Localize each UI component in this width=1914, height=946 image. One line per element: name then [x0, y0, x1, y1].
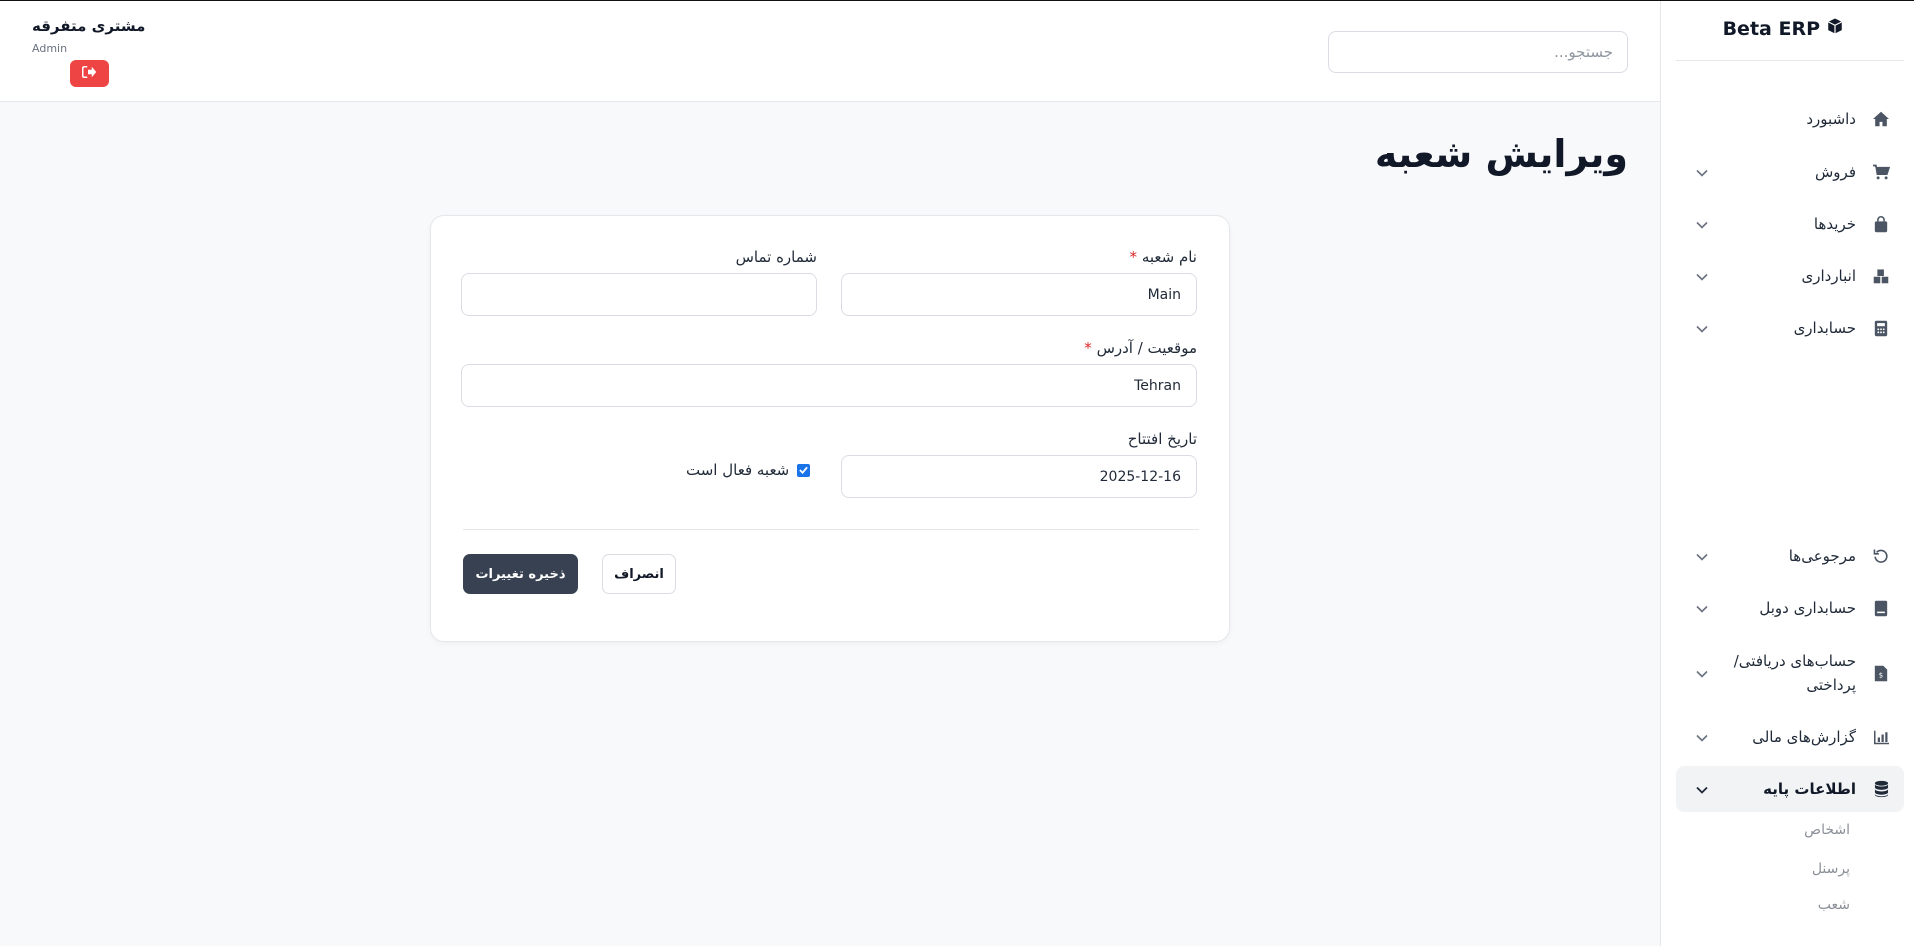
page-title: ویرایش شعبه [1374, 132, 1628, 176]
chevron-down-icon [1696, 547, 1708, 566]
search-input[interactable] [1328, 31, 1628, 73]
home-icon [1870, 111, 1892, 127]
save-button[interactable]: ذخیره تغییرات [463, 554, 578, 594]
brand-name: Beta ERP [1722, 17, 1820, 40]
sidebar: Beta ERP داشبورد فروش خریدها انبارداری ح… [1660, 1, 1914, 946]
form-divider [463, 529, 1199, 530]
sidebar-item-label: گزارش‌های مالی [1752, 728, 1856, 746]
sidebar-subitem-branches[interactable]: شعب [1818, 897, 1850, 913]
sidebar-item-sales[interactable]: فروش [1676, 149, 1904, 195]
phone-input[interactable] [461, 273, 817, 316]
sidebar-item-receivables-payables[interactable]: $ حساب‌های دریافتی/ پرداختی [1676, 642, 1904, 704]
chevron-down-icon [1696, 319, 1708, 338]
brand-divider [1676, 60, 1904, 61]
address-label-text: موقعیت / آدرس [1096, 339, 1197, 357]
database-icon [1870, 780, 1892, 798]
sidebar-item-dashboard[interactable]: داشبورد [1676, 96, 1904, 142]
chart-icon [1870, 730, 1892, 745]
sidebar-item-label: حساب‌های دریافتی/ پرداختی [1733, 652, 1856, 694]
branch-name-label-text: نام شعبه [1141, 248, 1197, 266]
sidebar-item-label: فروش [1814, 163, 1856, 181]
active-checkbox[interactable] [797, 463, 811, 477]
user-role: Admin [32, 42, 68, 55]
chevron-down-icon [1696, 267, 1708, 286]
sidebar-item-inventory[interactable]: انبارداری [1676, 253, 1904, 299]
sidebar-item-label: مرجوعی‌ها [1788, 547, 1856, 565]
address-label: موقعیت / آدرس * [1084, 339, 1197, 357]
active-checkbox-group: شعبه فعال است [686, 461, 811, 479]
required-mark: * [1129, 248, 1138, 266]
brand-logo[interactable]: Beta ERP [1723, 17, 1844, 40]
bag-icon [1870, 215, 1892, 233]
top-header: مشتری متفرقه Admin [0, 1, 1660, 102]
chevron-down-icon [1696, 728, 1708, 747]
cart-icon [1870, 164, 1892, 180]
active-checkbox-label: شعبه فعال است [686, 461, 790, 479]
user-name: مشتری متفرقه [32, 17, 146, 35]
calculator-icon [1870, 320, 1892, 337]
sidebar-item-base-data[interactable]: اطلاعات پایه [1676, 766, 1904, 812]
required-mark: * [1084, 339, 1092, 357]
sidebar-item-label: اطلاعات پایه [1763, 780, 1856, 798]
edit-branch-form: نام شعبه * شماره تماس موقعیت / آدرس * تا… [430, 215, 1230, 642]
sidebar-item-label: حسابداری [1793, 319, 1856, 337]
sidebar-item-financial-reports[interactable]: گزارش‌های مالی [1676, 714, 1904, 760]
sidebar-subitem-personnel[interactable]: پرسنل [1812, 861, 1850, 877]
sidebar-item-label: انبارداری [1801, 267, 1856, 285]
undo-icon [1870, 548, 1892, 564]
branch-name-input[interactable] [841, 273, 1197, 316]
sidebar-subitem-persons[interactable]: اشخاص [1804, 822, 1850, 838]
invoice-icon: $ [1870, 665, 1892, 682]
sidebar-item-label: داشبورد [1806, 110, 1856, 128]
book-icon [1870, 600, 1892, 617]
sidebar-item-label: حسابداری دوبل [1759, 599, 1856, 617]
sidebar-item-double-entry[interactable]: حسابداری دوبل [1676, 585, 1904, 631]
opening-date-input[interactable] [841, 455, 1197, 498]
box-icon [1826, 17, 1844, 40]
logout-button[interactable] [70, 60, 109, 87]
chevron-down-icon [1696, 664, 1708, 683]
sidebar-item-purchases[interactable]: خریدها [1676, 201, 1904, 247]
opening-date-label: تاریخ افتتاح [1127, 430, 1197, 448]
sidebar-item-accounting[interactable]: حسابداری [1676, 305, 1904, 351]
warehouse-icon [1870, 268, 1892, 284]
branch-name-label: نام شعبه * [1130, 248, 1197, 266]
sidebar-item-label: خریدها [1813, 215, 1856, 233]
address-input[interactable] [461, 364, 1197, 407]
chevron-down-icon [1696, 215, 1708, 234]
chevron-down-icon [1696, 163, 1708, 182]
sign-out-icon [82, 66, 97, 81]
cancel-button[interactable]: انصراف [602, 554, 676, 594]
phone-label: شماره تماس [735, 248, 817, 266]
chevron-down-icon [1696, 599, 1708, 618]
sidebar-item-returns[interactable]: مرجوعی‌ها [1676, 533, 1904, 579]
chevron-down-icon [1696, 780, 1708, 799]
svg-text:$: $ [1879, 671, 1883, 679]
